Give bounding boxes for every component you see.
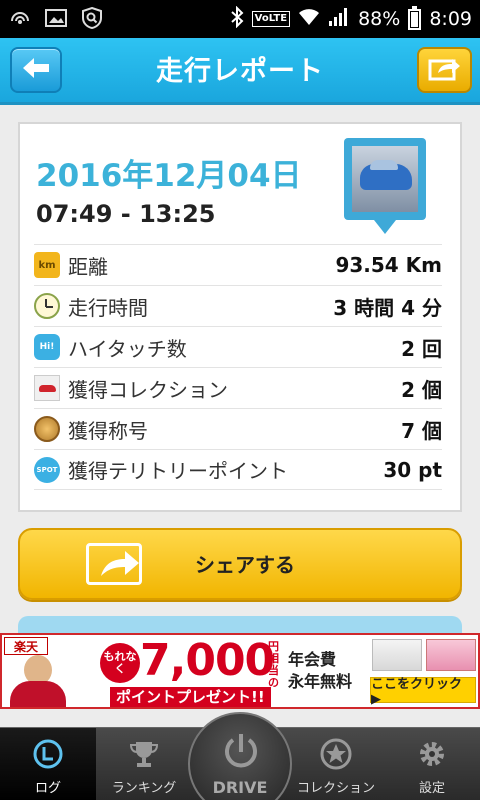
tab-ranking[interactable]: ランキング	[96, 728, 192, 800]
drive-button[interactable]: DRIVE	[188, 712, 292, 800]
drive-time-value: 3 時間 4 分	[333, 295, 442, 320]
territory-value: 30 pt	[383, 457, 442, 482]
trophy-icon	[128, 738, 160, 770]
battery-icon	[408, 5, 422, 30]
hi-touch-label: ハイタッチ数	[68, 336, 187, 361]
collection-value: 2 個	[401, 377, 442, 402]
ad-amount: 7,000	[140, 635, 275, 686]
car-photo-pin[interactable]	[344, 138, 426, 234]
title-label: 獲得称号	[68, 418, 148, 443]
hi-touch-icon: Hi!	[34, 334, 60, 360]
gear-icon	[416, 738, 448, 770]
ad-cta-button[interactable]: ここをクリック ▶	[370, 677, 476, 707]
tab-log-label: ログ	[34, 781, 61, 796]
drive-label: DRIVE	[212, 778, 268, 797]
signal-icon	[328, 7, 350, 32]
report-time-range: 07:49 - 13:25	[36, 200, 216, 228]
header-share-button[interactable]	[417, 47, 472, 93]
tab-collection[interactable]: コレクション	[288, 728, 384, 800]
drive-time-row: 走行時間 3 時間 4 分	[34, 285, 442, 326]
ad-amount-suffix: 円相当の	[268, 640, 279, 689]
page-title: 走行レポート	[156, 56, 324, 87]
ad-motto-badge: もれなく	[100, 643, 140, 683]
tab-log[interactable]: ログ	[0, 728, 96, 800]
report-date: 2016年12月04日	[36, 158, 302, 194]
volte-badge: VoLTE	[251, 11, 291, 27]
car-collection-icon	[34, 375, 60, 401]
battery-percent: 88%	[358, 8, 401, 30]
title-row: 獲得称号 7 個	[34, 408, 442, 449]
log-icon	[32, 738, 64, 770]
ad-present-text: ポイントプレゼント!!	[110, 687, 271, 707]
collection-label: 獲得コレクション	[68, 377, 228, 402]
tab-collection-label: コレクション	[296, 781, 375, 796]
share-arrow-icon	[428, 55, 462, 85]
tab-ranking-label: ランキング	[111, 781, 177, 796]
car-photo	[352, 146, 418, 212]
gallery-icon	[44, 6, 68, 30]
collection-row: 獲得コレクション 2 個	[34, 367, 442, 408]
tab-settings-label: 設定	[418, 781, 445, 796]
power-icon	[222, 732, 260, 776]
back-arrow-icon	[21, 56, 51, 84]
distance-row: km 距離 93.54 Km	[34, 244, 442, 285]
bluetooth-icon	[230, 5, 244, 33]
wifi-icon	[298, 8, 320, 31]
medal-icon	[34, 416, 60, 442]
clock-time: 8:09	[429, 8, 472, 30]
status-bar: VoLTE 88% 8:09	[0, 0, 480, 38]
report-stats: km 距離 93.54 Km 走行時間 3 時間 4 分 Hi! ハイタッチ数 …	[34, 244, 442, 490]
territory-label: 獲得テリトリーポイント	[68, 459, 288, 483]
tab-settings[interactable]: 設定	[384, 728, 480, 800]
rakuten-logo: 楽天	[4, 637, 48, 655]
title-value: 7 個	[401, 418, 442, 443]
ad-fee-line2: 永年無料	[288, 672, 353, 691]
share-button-label: シェアする	[195, 553, 295, 577]
territory-row: SPOT 獲得テリトリーポイント 30 pt	[34, 449, 442, 490]
clock-icon	[34, 293, 60, 319]
wifi-calling-icon	[8, 6, 32, 30]
drive-time-label: 走行時間	[68, 295, 148, 320]
ad-mascot-image	[10, 655, 66, 707]
ad-card-images	[372, 639, 476, 673]
hi-touch-value: 2 回	[401, 336, 442, 361]
ad-fee-line1: 年会費	[288, 650, 337, 669]
distance-value: 93.54 Km	[335, 253, 442, 277]
ad-banner[interactable]: 楽天 もれなく 7,000 円相当の ポイントプレゼント!! 年会費 永年無料 …	[0, 633, 480, 709]
app-header: 走行レポート	[0, 38, 480, 105]
spot-icon: SPOT	[34, 456, 60, 483]
star-icon	[320, 738, 352, 770]
distance-label: 距離	[68, 254, 108, 279]
back-button[interactable]	[10, 47, 62, 93]
hi-touch-row: Hi! ハイタッチ数 2 回	[34, 326, 442, 367]
shield-search-icon	[80, 6, 104, 30]
ad-fee-text: 年会費 永年無料	[288, 649, 352, 693]
report-card: 2016年12月04日 07:49 - 13:25 km 距離 93.54 Km…	[18, 122, 462, 512]
share-button[interactable]: シェアする	[18, 528, 462, 600]
km-icon: km	[34, 252, 60, 278]
